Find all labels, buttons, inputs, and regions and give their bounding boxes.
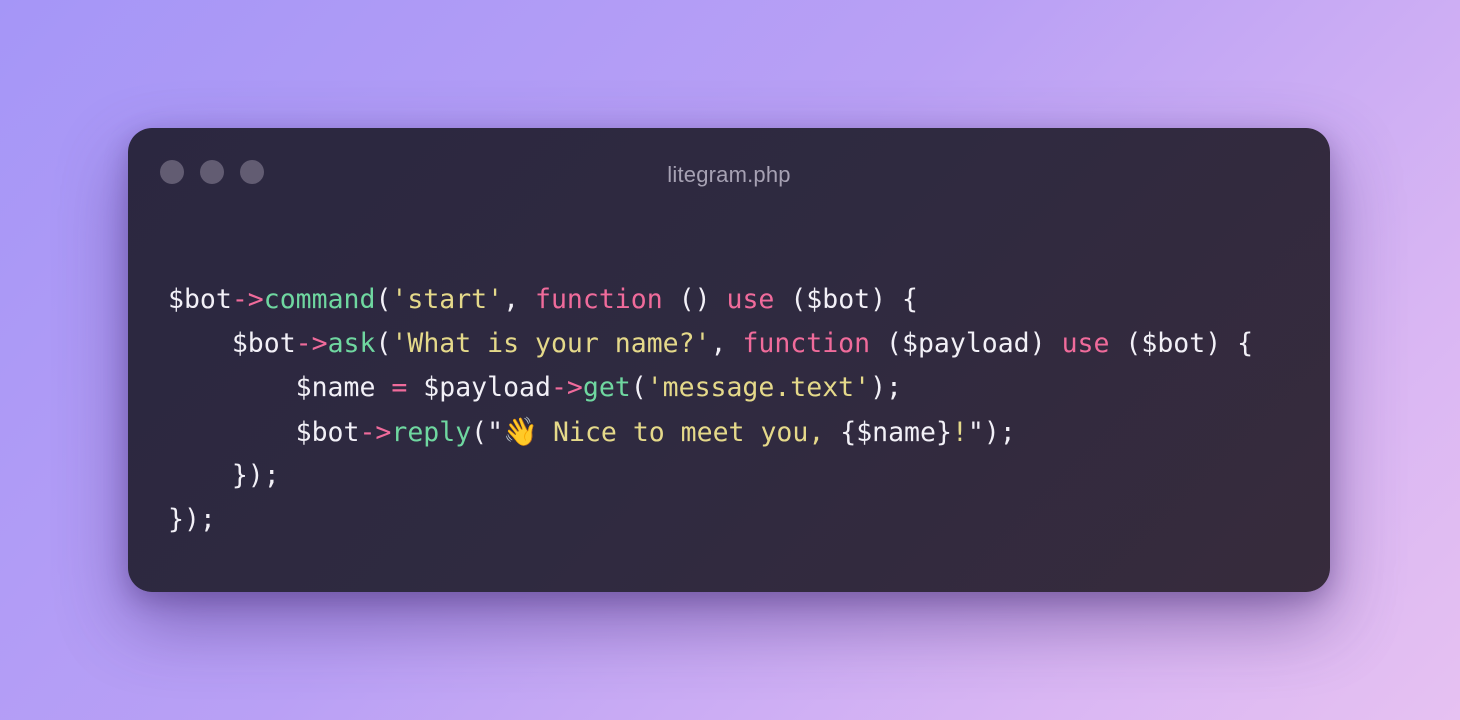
code-window: litegram.php $bot->command('start', func…: [128, 128, 1330, 592]
code-punctuation: (: [375, 284, 392, 315]
code-function-name: reply: [391, 417, 472, 448]
code-keyword: function: [742, 328, 871, 359]
code-line-6: });: [168, 498, 1253, 542]
code-keyword: function: [535, 284, 663, 315]
code-function-name: command: [263, 284, 376, 315]
code-string: 'What is your name?': [391, 328, 711, 359]
code-variable: $name: [295, 372, 376, 403]
code-punctuation: });: [231, 460, 280, 491]
code-variable: $payload: [902, 328, 1030, 359]
code-string: Nice to meet you,: [537, 417, 841, 448]
code-string: 'message.text': [646, 372, 871, 403]
code-punctuation: );: [870, 372, 902, 403]
code-function-name: get: [582, 372, 631, 403]
code-operator: ->: [359, 417, 392, 448]
window-titlebar: litegram.php: [128, 128, 1330, 218]
code-punctuation: [168, 460, 232, 491]
code-variable: $bot: [168, 284, 232, 315]
code-line-5: });: [168, 454, 1253, 498]
code-punctuation: [168, 417, 296, 448]
code-line-2: $bot->ask('What is your name?', function…: [168, 322, 1253, 366]
code-string: 'start': [391, 284, 504, 315]
code-string: !: [951, 417, 968, 448]
code-variable: $bot: [1141, 328, 1206, 359]
waving-hand-emoji-icon: 👋: [503, 415, 538, 448]
code-operator: ->: [550, 372, 583, 403]
code-punctuation: [168, 372, 296, 403]
code-punctuation: ) {: [870, 284, 918, 315]
code-punctuation: });: [168, 504, 216, 535]
code-operator: ->: [231, 284, 264, 315]
code-punctuation: ");: [967, 417, 1016, 448]
window-title: litegram.php: [667, 162, 791, 187]
code-punctuation: (: [870, 328, 902, 359]
code-punctuation: (": [471, 417, 504, 448]
code-punctuation: ) {: [1205, 328, 1254, 359]
code-punctuation: [168, 328, 232, 359]
code-block: $bot->command('start', function () use (…: [168, 278, 1253, 542]
code-keyword: use: [726, 284, 775, 315]
code-punctuation: ,: [503, 284, 536, 315]
code-line-1: $bot->command('start', function () use (…: [168, 278, 1253, 322]
code-function-name: ask: [327, 328, 376, 359]
code-punctuation: ): [1029, 328, 1062, 359]
code-variable: $bot: [806, 284, 871, 315]
code-punctuation: (: [375, 328, 392, 359]
code-variable: $bot: [231, 328, 296, 359]
code-line-4: $bot->reply("👋 Nice to meet you, {$name}…: [168, 410, 1253, 454]
code-punctuation: (: [630, 372, 647, 403]
code-punctuation: (: [774, 284, 807, 315]
code-keyword: use: [1061, 328, 1110, 359]
code-punctuation: (: [1109, 328, 1142, 359]
code-line-3: $name = $payload->get('message.text');: [168, 366, 1253, 410]
code-punctuation: (): [662, 284, 727, 315]
code-operator: ->: [295, 328, 328, 359]
code-variable: $bot: [295, 417, 360, 448]
code-punctuation: ,: [710, 328, 743, 359]
code-variable: $payload: [423, 372, 551, 403]
code-variable: {$name}: [840, 417, 952, 448]
code-operator: =: [375, 372, 424, 403]
